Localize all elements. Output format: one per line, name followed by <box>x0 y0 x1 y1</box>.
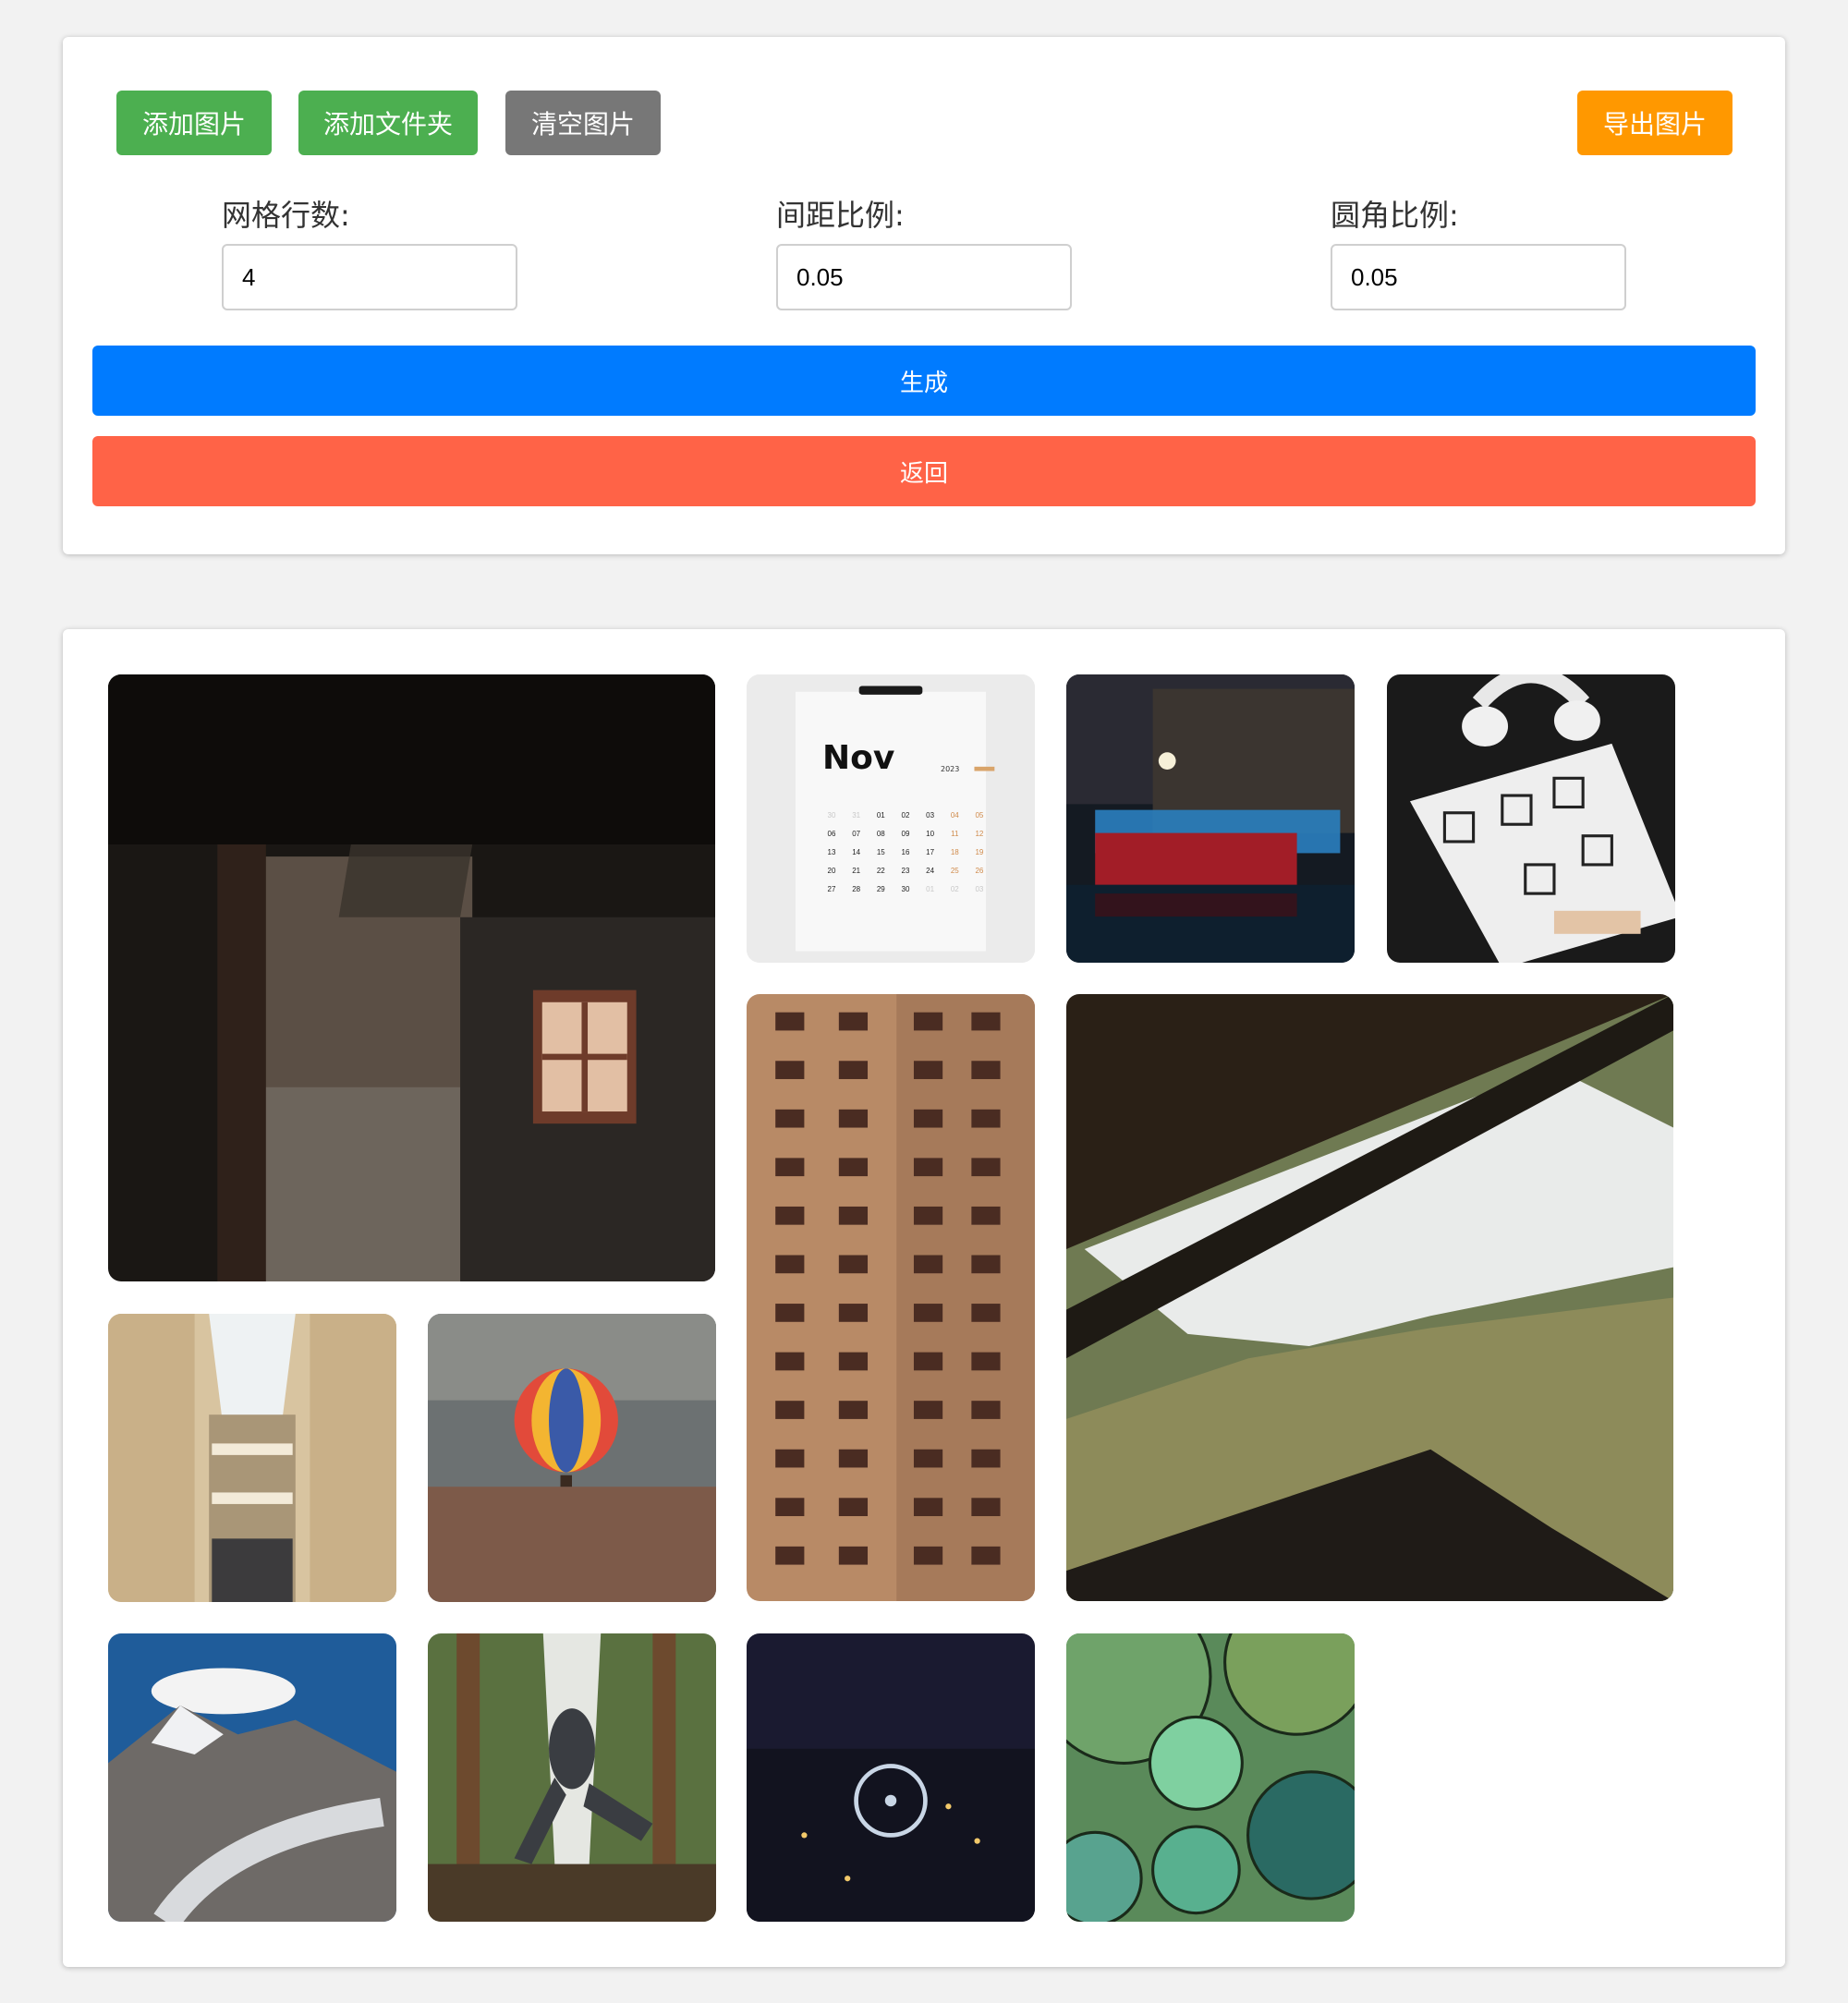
image-dark-room[interactable] <box>108 674 715 1281</box>
back-button[interactable]: 返回 <box>92 436 1756 506</box>
calendar-day: 30 <box>901 885 910 893</box>
calendar-day: 25 <box>950 867 959 875</box>
calendar-week-row: 27 28 29 30 01 02 03 <box>822 885 989 904</box>
calendar-month: Nov <box>822 739 895 777</box>
calendar-day: 02 <box>950 885 959 893</box>
image-hot-air-balloon[interactable] <box>428 1314 716 1602</box>
calendar-week-row: 20 21 22 23 24 25 26 <box>822 867 989 885</box>
calendar-day: 05 <box>975 811 984 819</box>
corner-ratio-input[interactable] <box>1331 244 1626 310</box>
calendar-week-row: 13 14 15 16 17 18 19 <box>822 848 989 867</box>
image-tall-building[interactable] <box>747 994 1035 1601</box>
calendar-day: 19 <box>975 848 984 856</box>
calendar-grid: 30 31 01 02 03 04 05 06 07 08 09 10 11 12 13 14 15 16 17 18… <box>822 811 989 904</box>
calendar-day: 15 <box>876 848 885 856</box>
add-folder-button[interactable]: 添加文件夹 <box>298 91 478 155</box>
calendar-day: 08 <box>876 830 885 838</box>
calendar-day: 16 <box>901 848 910 856</box>
calendar-day: 14 <box>852 848 861 856</box>
calendar-day: 04 <box>950 811 959 819</box>
calendar-day: 29 <box>876 885 885 893</box>
spacing-ratio-label: 间距比例: <box>776 198 905 233</box>
image-car-window-mountains[interactable] <box>1066 994 1673 1601</box>
image-night-city-ferris-wheel[interactable] <box>747 1633 1035 1922</box>
calendar-day: 02 <box>901 811 910 819</box>
calendar-day: 07 <box>852 830 861 838</box>
calendar-day: 03 <box>926 811 935 819</box>
calendar-day: 24 <box>926 867 935 875</box>
calendar-day: 28 <box>852 885 861 893</box>
calendar-day: 01 <box>876 811 885 819</box>
grid-rows-label: 网格行数: <box>222 198 350 233</box>
corner-ratio-label: 圆角比例: <box>1331 198 1459 233</box>
calendar-day: 26 <box>975 867 984 875</box>
image-night-street[interactable] <box>1066 674 1355 963</box>
image-grid-panel: Nov 2023 30 31 01 02 03 04 05 06 07 08 09 10 11 12 13 1… <box>63 629 1785 1967</box>
calendar-day: 22 <box>876 867 885 875</box>
calendar-day: 27 <box>827 885 836 893</box>
generate-button[interactable]: 生成 <box>92 346 1756 416</box>
calendar-day: 01 <box>926 885 935 893</box>
calendar-day: 18 <box>950 848 959 856</box>
add-images-button[interactable]: 添加图片 <box>116 91 272 155</box>
export-image-button[interactable]: 导出图片 <box>1577 91 1732 155</box>
calendar-week-row: 30 31 01 02 03 04 05 <box>822 811 989 830</box>
calendar-day: 30 <box>827 811 836 819</box>
image-green-bubbles[interactable] <box>1066 1633 1355 1922</box>
calendar-day: 09 <box>901 830 910 838</box>
image-snow-mountains[interactable] <box>108 1633 396 1922</box>
grid-rows-input[interactable] <box>222 244 517 310</box>
calendar-week-row: 06 07 08 09 10 11 12 <box>822 830 989 848</box>
calendar-day: 17 <box>926 848 935 856</box>
image-calendar[interactable]: Nov 2023 30 31 01 02 03 04 05 06 07 08 09 10 11 12 13 1… <box>747 674 1035 963</box>
calendar-day: 20 <box>827 867 836 875</box>
calendar-year: 2023 <box>941 765 960 773</box>
calendar-day: 11 <box>951 830 959 838</box>
calendar-day: 31 <box>852 811 861 819</box>
spacing-ratio-input[interactable] <box>776 244 1072 310</box>
clear-images-button[interactable]: 清空图片 <box>505 91 661 155</box>
calendar-day: 13 <box>827 848 836 856</box>
calendar-day: 21 <box>852 867 861 875</box>
calendar-day: 03 <box>975 885 984 893</box>
image-atrium[interactable] <box>108 1314 396 1602</box>
calendar-day: 10 <box>926 830 935 838</box>
control-panel: 添加图片 添加文件夹 清空图片 导出图片 网格行数: 间距比例: 圆角比例: 生… <box>63 37 1785 554</box>
calendar-day: 23 <box>901 867 910 875</box>
calendar-day: 06 <box>827 830 836 838</box>
image-sketch-headphones[interactable] <box>1387 674 1675 963</box>
calendar-day: 12 <box>975 830 984 838</box>
image-forest-runner[interactable] <box>428 1633 716 1922</box>
